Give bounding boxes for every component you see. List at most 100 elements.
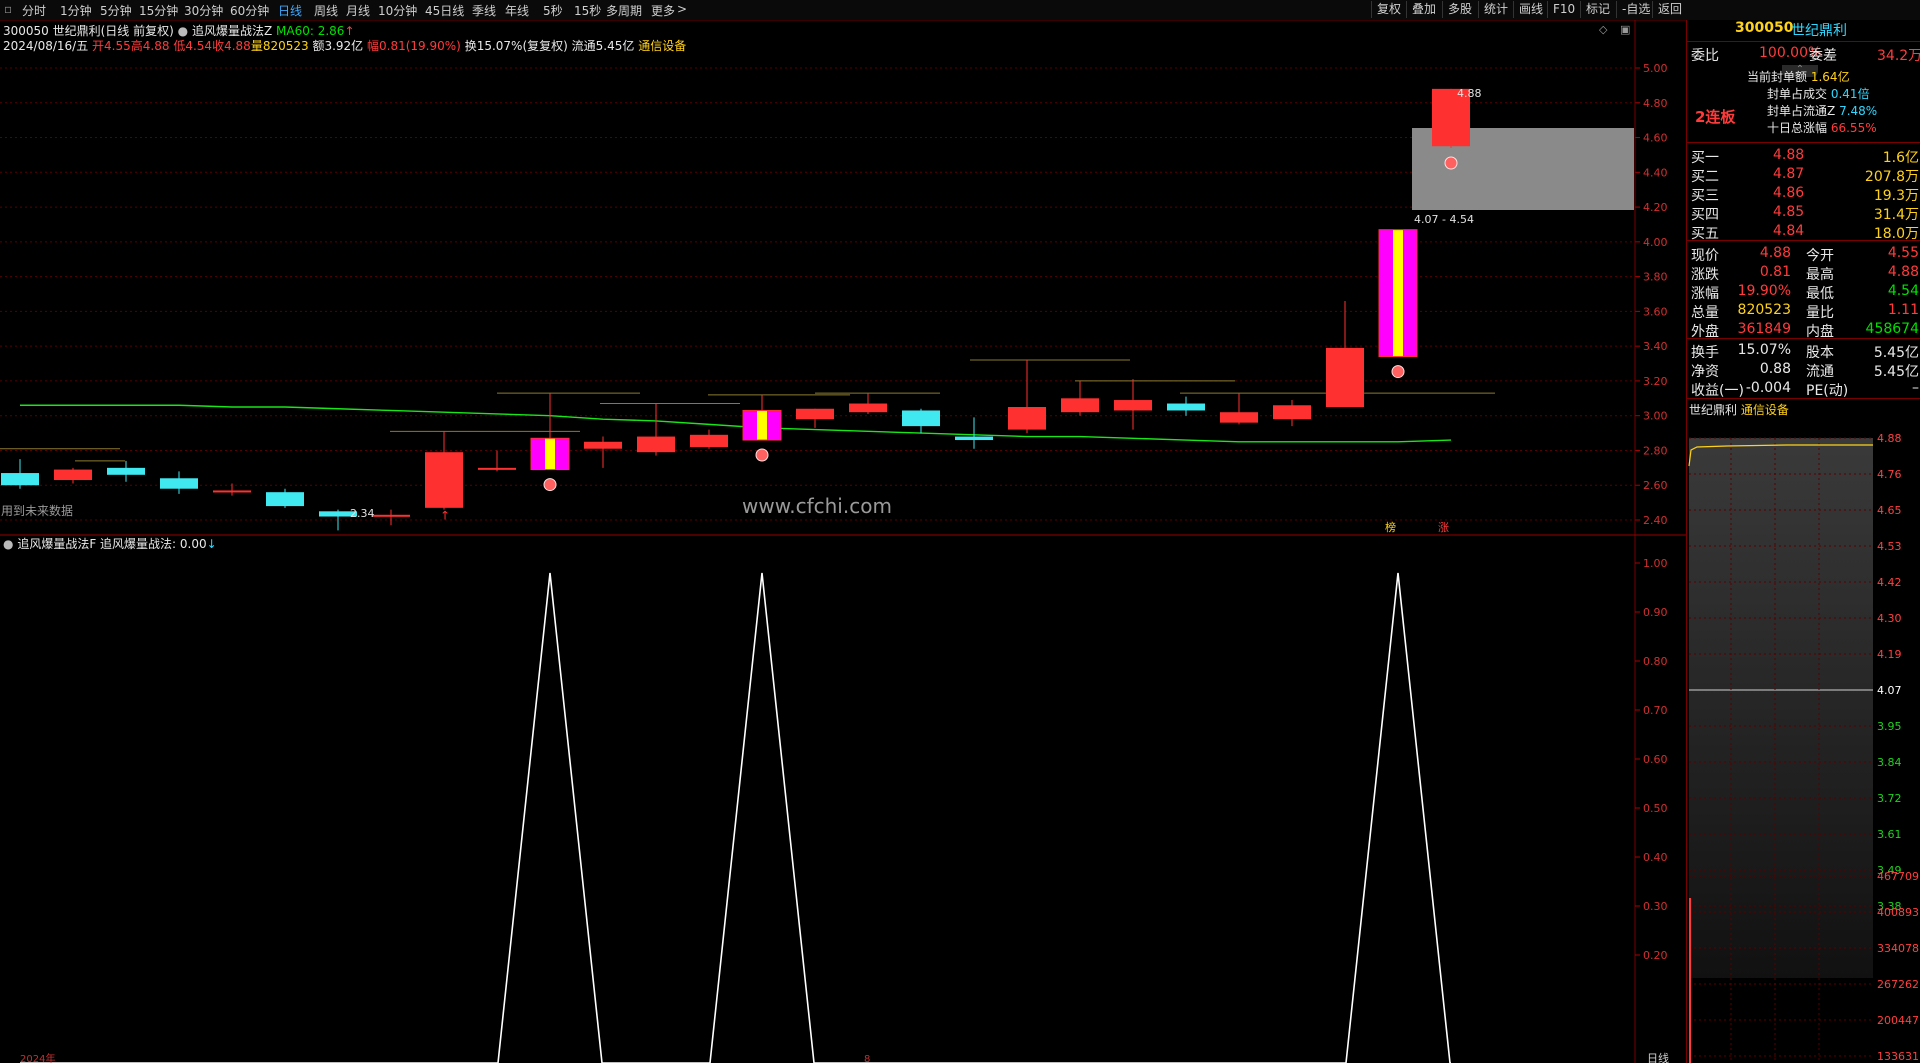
candle[interactable]: [1378, 229, 1418, 379]
bid-row-1[interactable]: 买一 4.88 1.6亿: [1691, 147, 1919, 166]
candle[interactable]: [849, 393, 887, 414]
mini-price-label: 4.30: [1877, 612, 1902, 625]
mini-price-label: 4.76: [1877, 468, 1902, 481]
period-tab-0[interactable]: 分时: [22, 2, 46, 19]
toolbar-button-5[interactable]: F10: [1547, 1, 1580, 18]
candle[interactable]: [902, 408, 940, 434]
candle[interactable]: [425, 431, 463, 510]
window-icon[interactable]: ▣: [1620, 23, 1630, 36]
sub-chart-title[interactable]: 追风爆量战法F: [17, 537, 96, 551]
stock-header: 300050 世纪鼎利: [1691, 20, 1919, 42]
signal-value: 追风爆量战法: 0.00: [100, 537, 207, 551]
candle-body: [54, 469, 92, 481]
signal-coin-icon: [1391, 365, 1405, 379]
candle-stripe: [757, 410, 767, 441]
period-tab-16[interactable]: 更多: [651, 2, 675, 19]
mini-price-label: 4.88: [1877, 432, 1902, 445]
candle-body: [1167, 403, 1205, 411]
candle-body: [849, 403, 887, 413]
candle[interactable]: [1167, 396, 1205, 416]
period-tab-1[interactable]: 1分钟: [60, 2, 92, 19]
period-tab-15[interactable]: 多周期: [606, 2, 642, 19]
candle[interactable]: [1220, 393, 1258, 425]
candle-body: [902, 410, 940, 427]
candle-body: [266, 492, 304, 507]
period-tab-7[interactable]: 周线: [314, 2, 338, 19]
signal-coin-icon: [543, 478, 557, 492]
candle[interactable]: [1061, 380, 1099, 416]
mini-volume-bar: [1689, 898, 1691, 1063]
chart-area[interactable]: 5.00 4.80 4.60 4.40 4.20 4.00 3.80 3.60 3.40 3.20…: [0, 20, 1686, 1063]
period-tab-5[interactable]: 60分钟: [230, 2, 269, 19]
candle[interactable]: [1273, 400, 1311, 427]
period-tab-10[interactable]: 45日线: [425, 2, 464, 19]
period-tab-13[interactable]: 5秒: [543, 2, 563, 19]
toolbar-button-8[interactable]: 返回: [1652, 1, 1687, 18]
sub-chart-title-line: ● 追风爆量战法F 追风爆量战法: 0.00↓: [3, 535, 217, 552]
period-tab-11[interactable]: 季线: [472, 2, 496, 19]
bid-row-5[interactable]: 买五 4.84 18.0万: [1691, 223, 1919, 242]
candle[interactable]: [54, 467, 92, 484]
period-tab-6[interactable]: 日线: [278, 2, 302, 19]
candle[interactable]: [266, 488, 304, 508]
candle-body: [213, 490, 251, 493]
signal-line: [20, 572, 1451, 1063]
stock-code: 300050: [1735, 20, 1794, 36]
candle[interactable]: [478, 450, 516, 472]
period-tag[interactable]: 日线: [1647, 1051, 1669, 1063]
fundamental-row-1: 换手 15.07% 股本 5.45亿: [1691, 342, 1919, 361]
ma60-line: [20, 404, 1452, 443]
candle-body: [1220, 412, 1258, 423]
period-tab-3[interactable]: 15分钟: [139, 2, 178, 19]
candle[interactable]: [530, 393, 570, 492]
period-tab-4[interactable]: 30分钟: [184, 2, 223, 19]
candle[interactable]: [637, 403, 675, 456]
sub-indicator-toggle-icon[interactable]: ●: [3, 537, 13, 551]
candle[interactable]: [584, 436, 622, 468]
candle[interactable]: [690, 429, 728, 449]
toolbar-button-1[interactable]: 叠加: [1406, 1, 1441, 18]
candle-body: [478, 467, 516, 470]
panel-toggle-icon[interactable]: ▫: [4, 2, 12, 16]
toolbar-button-7[interactable]: -自选: [1616, 1, 1655, 18]
x-axis-start: 2024年: [20, 1052, 55, 1063]
stock-name: 世纪鼎利: [1791, 23, 1847, 39]
toolbar-button-3[interactable]: 统计: [1478, 1, 1513, 18]
diamond-icon[interactable]: ◇: [1599, 23, 1608, 36]
toolbar-button-2[interactable]: 多股: [1442, 1, 1477, 18]
quote-panel: 300050 世纪鼎利 委比 100.00% 委差 34.2万 ⌃ 2连板 当前…: [1686, 20, 1920, 1063]
bid-row-4[interactable]: 买四 4.85 31.4万: [1691, 204, 1919, 223]
candle[interactable]: [796, 408, 834, 428]
period-tab-2[interactable]: 5分钟: [100, 2, 132, 19]
candle[interactable]: [372, 509, 410, 526]
more-chevron-icon[interactable]: >: [677, 2, 687, 16]
weicha-value: 34.2万: [1877, 48, 1920, 64]
signal-coin-icon: [1444, 156, 1458, 170]
candle[interactable]: [160, 471, 198, 494]
candle[interactable]: [1008, 360, 1046, 434]
period-tab-14[interactable]: 15秒: [574, 2, 601, 19]
zone-label: 4.07 - 4.54: [1414, 213, 1474, 226]
period-tab-9[interactable]: 10分钟: [378, 2, 417, 19]
period-tab-8[interactable]: 月线: [346, 2, 370, 19]
stat-row-4: 总量 820523 量比 1.11: [1691, 302, 1919, 321]
candle-body: [425, 452, 463, 508]
mini-chart: 4.88 4.76 4.65 4.53 4.42 4.30 4.19 4.07 3.95 3.84…: [1688, 432, 1919, 1063]
candle[interactable]: [742, 394, 782, 462]
bid-row-2[interactable]: 买二 4.87 207.8万: [1691, 166, 1919, 185]
candle[interactable]: [1114, 379, 1152, 430]
fundamental-row-2: 净资 0.88 流通 5.45亿: [1691, 361, 1919, 380]
candle[interactable]: [955, 417, 993, 449]
toolbar-button-0[interactable]: 复权: [1371, 1, 1406, 18]
toolbar-button-4[interactable]: 画线: [1513, 1, 1548, 18]
candle[interactable]: [107, 460, 145, 482]
candle[interactable]: [1326, 300, 1364, 407]
candle-body: [160, 478, 198, 489]
candle[interactable]: [1, 459, 39, 489]
period-tab-12[interactable]: 年线: [505, 2, 529, 19]
toolbar-button-6[interactable]: 标记: [1580, 1, 1615, 18]
candle-body: [1273, 405, 1311, 420]
bid-row-3[interactable]: 买三 4.86 19.3万: [1691, 185, 1919, 204]
mini-price-label: 3.61: [1877, 828, 1902, 841]
candle-body: [107, 467, 145, 475]
